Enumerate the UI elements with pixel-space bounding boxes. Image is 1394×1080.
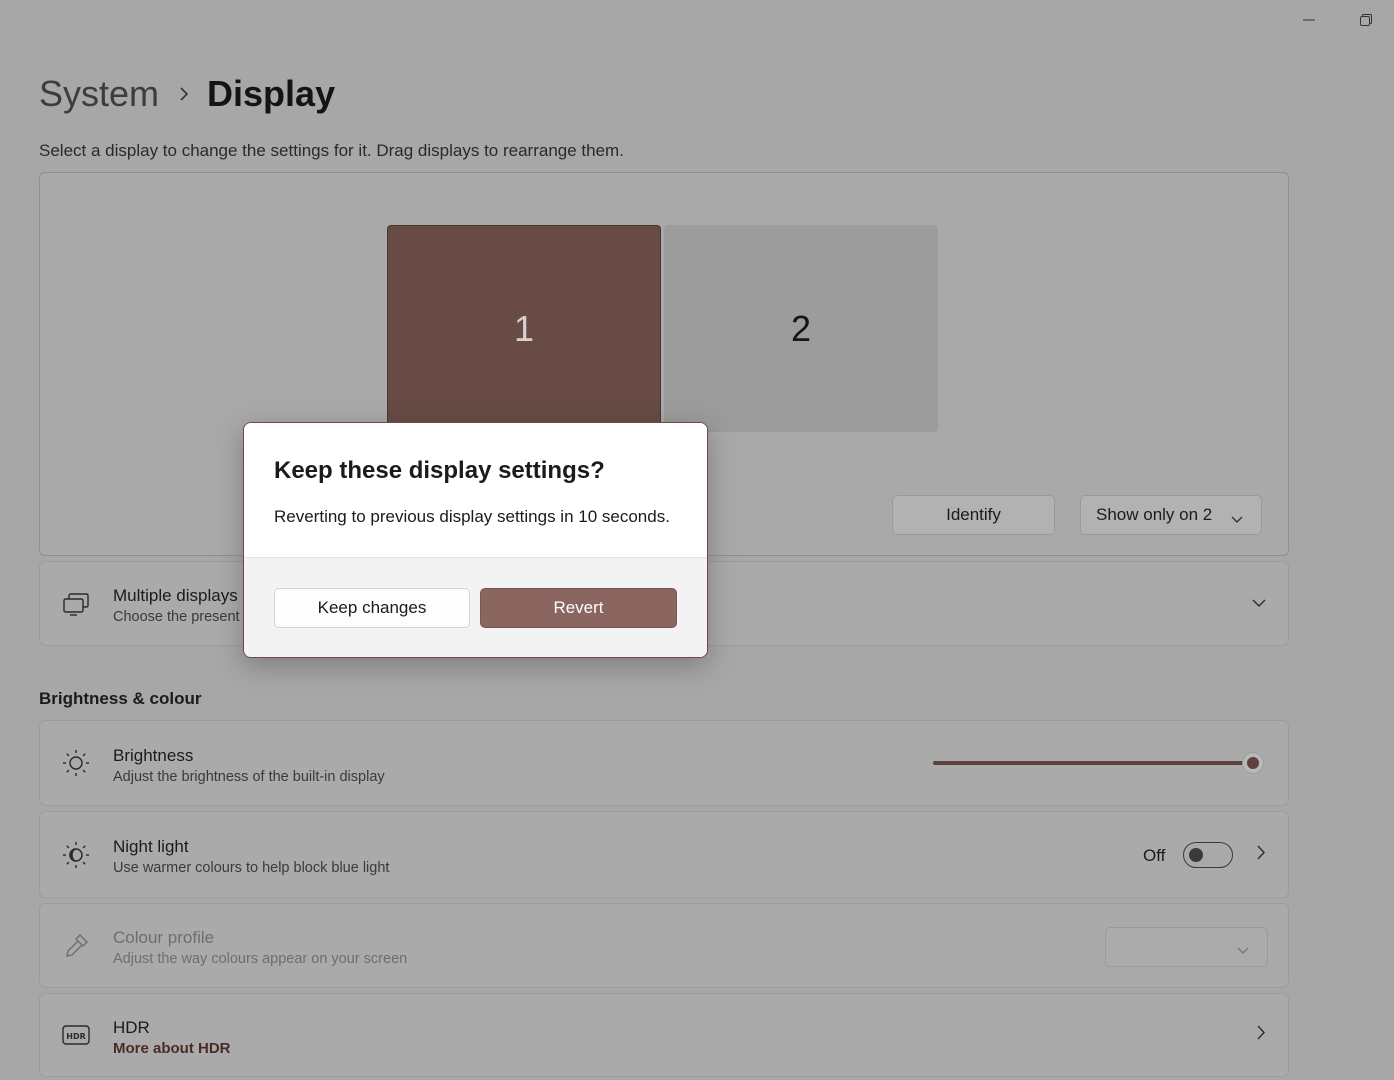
chevron-down-icon: [1252, 595, 1266, 613]
brightness-description: Adjust the brightness of the built-in di…: [113, 769, 385, 785]
monitor-2-label: 2: [790, 307, 812, 349]
minimize-button[interactable]: [1280, 0, 1337, 40]
svg-text:HDR: HDR: [66, 1032, 86, 1041]
chevron-right-icon[interactable]: [1257, 844, 1266, 865]
page-title: Display: [207, 73, 336, 114]
section-heading-brightness: Brightness & colour: [39, 689, 202, 708]
dialog-message: Reverting to previous display settings i…: [274, 507, 670, 526]
eyedropper-icon: [60, 930, 92, 962]
night-light-title: Night light: [113, 837, 189, 856]
night-light-state: Off: [1143, 846, 1166, 865]
colour-profile-description: Adjust the way colours appear on your sc…: [113, 951, 408, 967]
window-controls: [1280, 0, 1394, 40]
revert-button[interactable]: Revert: [480, 588, 677, 628]
multiple-displays-title: Multiple displays: [113, 586, 238, 605]
identify-button[interactable]: Identify: [892, 495, 1055, 535]
brightness-title: Brightness: [113, 746, 194, 765]
arrangement-instructions: Select a display to change the settings …: [39, 141, 624, 160]
display-mode-value: Show only on 2: [1096, 505, 1213, 524]
night-light-description: Use warmer colours to help block blue li…: [113, 860, 390, 876]
multiple-displays-icon: [60, 588, 92, 620]
chevron-down-icon: [1237, 942, 1249, 960]
colour-profile-title: Colour profile: [113, 928, 215, 947]
keep-display-settings-dialog: Keep these display settings? Reverting t…: [243, 422, 708, 658]
dialog-title: Keep these display settings?: [274, 457, 605, 484]
hdr-card[interactable]: HDR HDR More about HDR: [39, 993, 1289, 1077]
more-about-hdr-link[interactable]: More about HDR: [113, 1040, 231, 1057]
display-mode-select[interactable]: Show only on 2: [1080, 495, 1262, 535]
multiple-displays-description: Choose the present: [113, 609, 240, 625]
breadcrumb: System Display: [39, 70, 335, 118]
hdr-title: HDR: [113, 1018, 150, 1037]
chevron-right-icon: [179, 86, 189, 102]
minimize-icon: [1302, 19, 1315, 21]
sun-icon: [60, 747, 92, 779]
monitor-1[interactable]: 1: [387, 225, 661, 432]
night-light-icon: [60, 839, 92, 871]
chevron-down-icon: [1231, 509, 1243, 529]
dialog-footer: Keep changes Revert: [244, 557, 707, 657]
keep-changes-button[interactable]: Keep changes: [274, 588, 470, 628]
night-light-toggle[interactable]: [1183, 842, 1233, 868]
hdr-icon: HDR: [60, 1019, 92, 1051]
toggle-knob: [1189, 848, 1203, 862]
breadcrumb-system[interactable]: System: [39, 73, 159, 115]
dialog-body: Keep these display settings? Reverting t…: [244, 423, 707, 557]
monitor-1-label: 1: [513, 307, 535, 349]
night-light-card[interactable]: Night light Use warmer colours to help b…: [39, 811, 1289, 898]
brightness-slider-thumb[interactable]: [1242, 752, 1264, 774]
monitor-2[interactable]: 2: [664, 225, 938, 432]
brightness-slider-track[interactable]: [933, 761, 1253, 765]
restore-button[interactable]: [1337, 0, 1394, 40]
brightness-card: Brightness Adjust the brightness of the …: [39, 720, 1289, 806]
chevron-right-icon[interactable]: [1257, 1025, 1266, 1045]
colour-profile-card: Colour profile Adjust the way colours ap…: [39, 903, 1289, 988]
colour-profile-select: [1105, 927, 1268, 967]
restore-icon: [1359, 14, 1372, 26]
